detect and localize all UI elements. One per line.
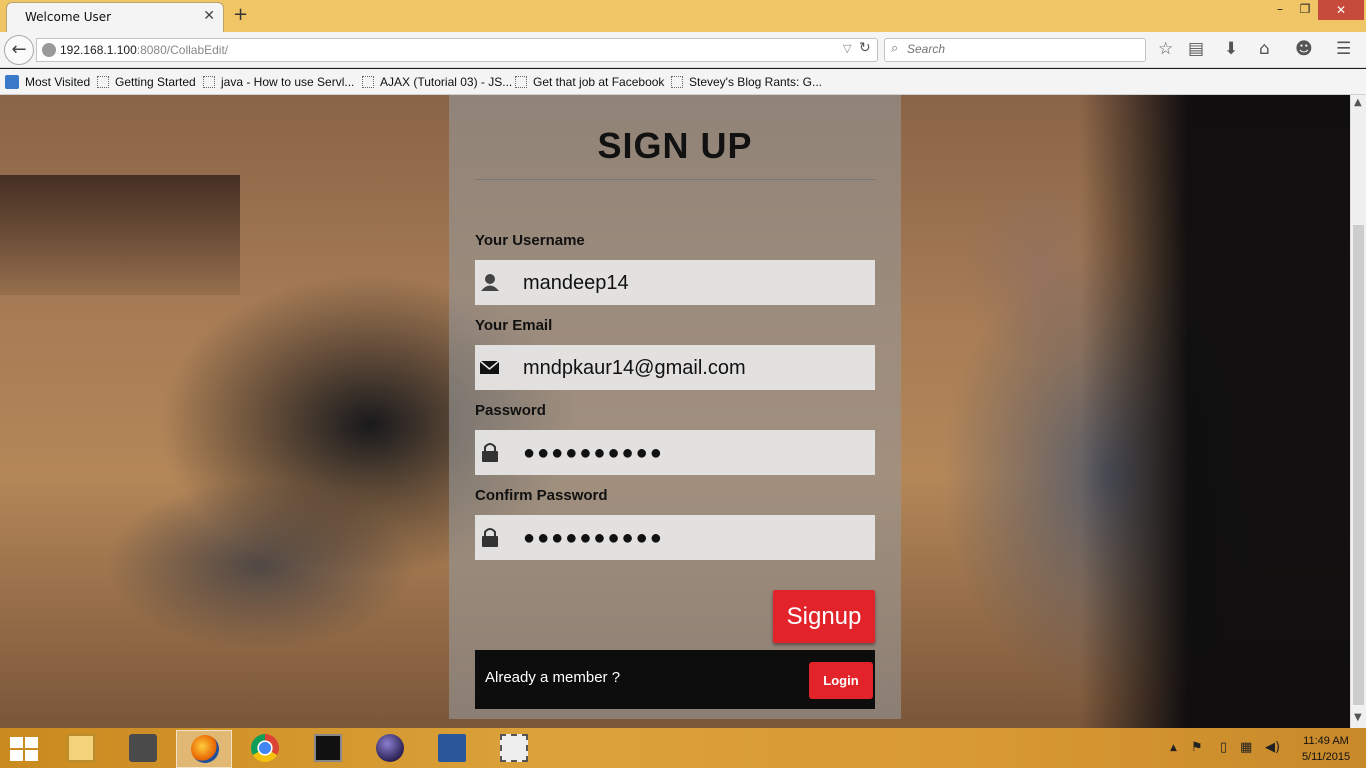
username-field[interactable] — [475, 260, 875, 305]
url-text[interactable]: 192.168.1.100:8080/CollabEdit/ — [60, 43, 228, 57]
page-icon — [97, 76, 109, 88]
user-icon — [481, 274, 499, 291]
email-input[interactable] — [523, 355, 863, 381]
bookmark-steveys-blog[interactable]: Stevey's Blog Rants: G... — [671, 75, 822, 89]
clock-date: 5/11/2015 — [1301, 751, 1351, 763]
url-dropdown-icon[interactable]: ▽ — [843, 42, 851, 55]
bookmark-java-servlet[interactable]: java - How to use Servl... — [203, 75, 354, 89]
globe-icon — [42, 43, 56, 57]
volume-icon[interactable]: ◀) — [1265, 740, 1280, 755]
bookmark-getting-started[interactable]: Getting Started — [97, 75, 196, 89]
navigation-toolbar: ← 192.168.1.100:8080/CollabEdit/ ▽ ↻ ⌕ ☆… — [0, 32, 1366, 68]
command-prompt-icon[interactable] — [300, 730, 356, 768]
back-icon[interactable]: ← — [4, 35, 34, 65]
signup-card: SIGN UP Your Username Your Email Passwor… — [449, 95, 901, 719]
smiley-icon[interactable]: ☻ — [1295, 39, 1313, 59]
tab-title: Welcome User — [25, 10, 112, 24]
page-viewport: SIGN UP Your Username Your Email Passwor… — [0, 95, 1350, 728]
confirm-password-input[interactable] — [523, 525, 863, 551]
confirm-password-label: Confirm Password — [475, 487, 608, 504]
system-clock[interactable]: 11:49 AM 5/11/2015 — [1294, 733, 1358, 765]
minimize-button[interactable]: – — [1268, 2, 1292, 22]
download-icon[interactable]: ⬇ — [1224, 39, 1238, 59]
signup-button[interactable]: Signup — [773, 590, 875, 643]
scroll-down-icon[interactable]: ▼ — [1354, 712, 1362, 723]
already-member-text: Already a member ? — [485, 669, 621, 686]
reload-icon[interactable]: ↻ — [859, 40, 871, 56]
search-input[interactable] — [907, 42, 1137, 56]
battery-icon[interactable]: ▯ — [1220, 740, 1227, 755]
bookmark-most-visited[interactable]: Most Visited — [5, 75, 90, 89]
password-field[interactable] — [475, 430, 875, 475]
firefox-icon[interactable] — [176, 730, 232, 768]
action-center-flag-icon[interactable]: ⚑ — [1191, 740, 1203, 755]
page-icon — [515, 76, 527, 88]
browser-tab[interactable]: Welcome User ✕ — [6, 2, 224, 32]
page-icon — [203, 76, 215, 88]
email-label: Your Email — [475, 317, 553, 334]
search-icon: ⌕ — [891, 41, 899, 56]
password-label: Password — [475, 402, 546, 419]
background-image-shelf — [0, 175, 240, 295]
windows-start-icon[interactable] — [10, 737, 40, 761]
windows-taskbar: ▲ ⚑ ▯ ▦ ◀) 11:49 AM 5/11/2015 — [0, 728, 1366, 768]
menu-icon[interactable]: ☰ — [1336, 39, 1351, 59]
background-image-shadow — [1080, 95, 1350, 728]
maximize-button[interactable]: ❐ — [1293, 2, 1317, 22]
word-icon[interactable] — [424, 730, 480, 768]
chrome-icon[interactable] — [237, 730, 293, 768]
confirm-password-field[interactable] — [475, 515, 875, 560]
page-title: SIGN UP — [597, 125, 753, 166]
url-host: 192.168.1.100 — [60, 43, 137, 57]
title-divider — [475, 179, 875, 180]
show-hidden-icons-icon[interactable]: ▲ — [1170, 743, 1177, 753]
scroll-up-icon[interactable]: ▲ — [1354, 97, 1362, 108]
bookmarks-toolbar: Most Visited Getting Started java - How … — [0, 69, 1366, 95]
sublime-text-icon[interactable] — [115, 730, 171, 768]
clock-time: 11:49 AM — [1303, 735, 1349, 747]
bookmarks-folder-icon — [5, 75, 19, 89]
bookmark-facebook-job[interactable]: Get that job at Facebook — [515, 75, 664, 89]
page-icon — [362, 76, 374, 88]
file-explorer-icon[interactable] — [53, 730, 109, 768]
password-input[interactable] — [523, 440, 863, 466]
username-label: Your Username — [475, 232, 585, 249]
reading-list-icon[interactable]: ▤ — [1188, 39, 1204, 59]
snipping-tool-icon[interactable] — [486, 730, 542, 768]
login-prompt-bar: Already a member ? Login — [475, 650, 875, 709]
network-icon[interactable]: ▦ — [1240, 740, 1252, 755]
lock-icon — [482, 528, 498, 547]
lock-icon — [482, 443, 498, 462]
tab-close-icon[interactable]: ✕ — [203, 8, 215, 24]
eclipse-icon[interactable] — [362, 730, 418, 768]
envelope-icon — [479, 360, 500, 374]
username-input[interactable] — [523, 270, 863, 296]
vertical-scrollbar[interactable]: ▲ ▼ — [1350, 95, 1366, 728]
address-bar[interactable]: 192.168.1.100:8080/CollabEdit/ ▽ ↻ — [36, 38, 878, 62]
bookmark-ajax-tutorial[interactable]: AJAX (Tutorial 03) - JS... — [362, 75, 512, 89]
close-window-button[interactable]: ✕ — [1318, 0, 1364, 20]
title-bar: Welcome User ✕ + – ❐ ✕ — [0, 0, 1366, 32]
new-tab-button[interactable]: + — [233, 4, 248, 25]
page-icon — [671, 76, 683, 88]
bookmark-star-icon[interactable]: ☆ — [1158, 39, 1173, 59]
email-field[interactable] — [475, 345, 875, 390]
home-icon[interactable]: ⌂ — [1259, 39, 1270, 59]
url-path: :8080/CollabEdit/ — [136, 43, 229, 57]
login-button[interactable]: Login — [809, 662, 873, 699]
scrollbar-thumb[interactable] — [1353, 225, 1364, 705]
search-box[interactable]: ⌕ — [884, 38, 1146, 62]
